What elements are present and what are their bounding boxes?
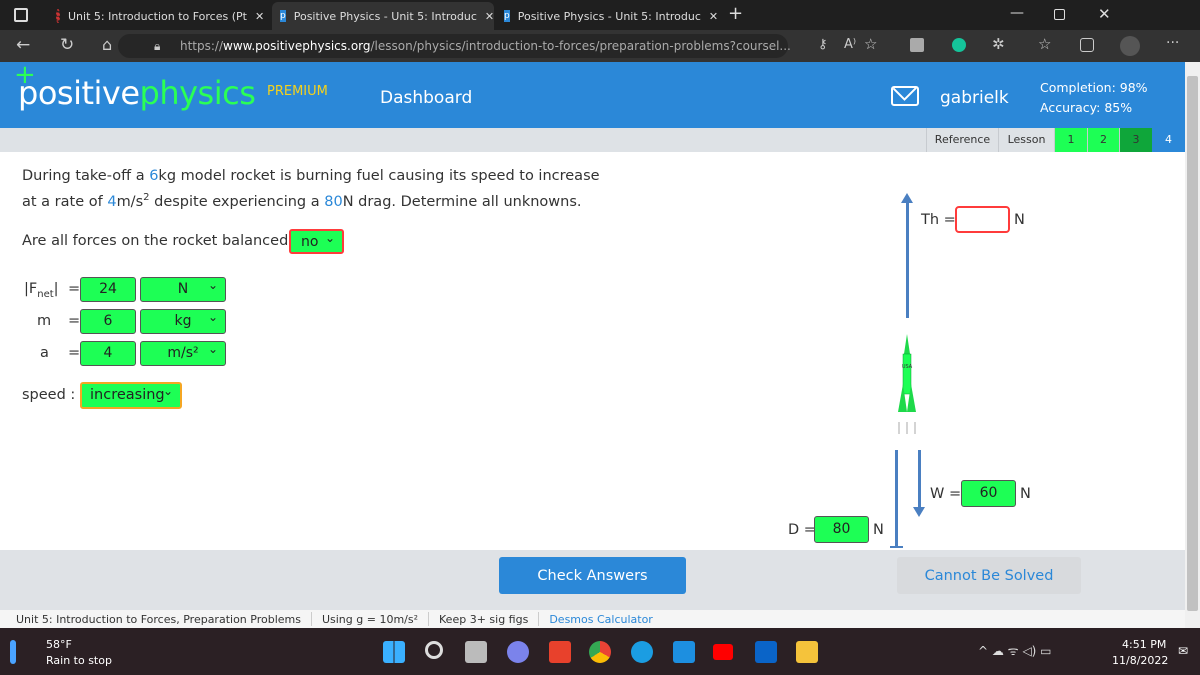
favorites-icon[interactable]: ☆ xyxy=(1038,35,1051,53)
clock-time[interactable]: 4:51 PM xyxy=(1122,638,1166,651)
refresh-icon[interactable]: ↻ xyxy=(60,35,74,55)
thrust-input[interactable] xyxy=(955,206,1010,233)
weight-arrow xyxy=(918,450,921,508)
task-view-icon[interactable] xyxy=(465,641,487,663)
home-icon[interactable]: ⌂ xyxy=(102,35,112,54)
fnet-unit-select[interactable]: N xyxy=(140,274,226,302)
thrust-arrow xyxy=(906,200,909,318)
grammarly-icon[interactable] xyxy=(952,38,966,52)
temperature[interactable]: 58°F xyxy=(46,638,72,651)
url-field[interactable]: 🔒︎ https://www.positivephysics.org/lesso… xyxy=(118,34,791,58)
key-icon[interactable]: ⚷ xyxy=(818,37,828,52)
more-menu-icon[interactable]: ··· xyxy=(1166,35,1179,51)
mass-unit-select[interactable]: kg xyxy=(140,306,226,334)
collections-icon[interactable] xyxy=(1080,38,1094,52)
back-icon[interactable]: ← xyxy=(16,35,30,55)
page-2-tab[interactable]: 2 xyxy=(1087,128,1119,152)
drag-arrow xyxy=(895,450,898,548)
mail-icon[interactable] xyxy=(891,86,919,106)
notification-icon[interactable]: ✉ xyxy=(1178,644,1188,658)
mass-label: m xyxy=(37,313,52,329)
minimize-icon[interactable]: — xyxy=(1010,5,1024,21)
mass-input[interactable]: 6 xyxy=(80,309,136,334)
drag-input[interactable]: 80 xyxy=(814,516,869,543)
completion-stat: Completion: 98% xyxy=(1040,80,1148,95)
problem-nav: Reference Lesson 1 2 3 4 xyxy=(0,128,1185,152)
canvas-favicon-icon xyxy=(56,9,60,23)
weather-icon xyxy=(10,640,16,664)
close-tab-icon[interactable]: ✕ xyxy=(485,10,494,23)
mail-app-icon[interactable] xyxy=(673,641,695,663)
new-tab-icon[interactable]: + xyxy=(728,3,743,24)
close-window-icon[interactable]: ✕ xyxy=(1098,5,1111,23)
lesson-tab[interactable]: Lesson xyxy=(998,128,1054,152)
extensions-icon[interactable]: ✲ xyxy=(992,35,1005,53)
logo[interactable]: + positivephysics xyxy=(14,60,256,112)
pp-favicon-icon: p xyxy=(280,10,286,22)
honey-extension-icon[interactable] xyxy=(910,38,924,52)
scrollbar-thumb[interactable] xyxy=(1187,76,1198,611)
tab-2[interactable]: p Positive Physics - Unit 5: Introduc ✕ xyxy=(272,2,494,30)
outlook-icon[interactable] xyxy=(755,641,777,663)
edge-icon[interactable] xyxy=(631,641,653,663)
cannot-be-solved-button[interactable]: Cannot Be Solved xyxy=(897,557,1081,594)
search-icon[interactable] xyxy=(425,641,443,659)
drag-arrow-end xyxy=(890,546,903,548)
profile-avatar[interactable] xyxy=(1120,36,1140,56)
weather-text[interactable]: Rain to stop xyxy=(46,654,112,667)
youtube-icon[interactable] xyxy=(713,644,733,660)
tab-1[interactable]: Unit 5: Introduction to Forces (Pt ✕ xyxy=(48,2,264,30)
accuracy-stat: Accuracy: 85% xyxy=(1040,100,1133,115)
rocket-icon: USA xyxy=(898,334,916,434)
balanced-select[interactable]: no xyxy=(289,227,344,254)
favorite-add-icon[interactable]: ☆ xyxy=(864,35,877,53)
username[interactable]: gabrielk xyxy=(940,88,1009,108)
fnet-input[interactable]: 24 xyxy=(80,277,136,302)
tab-bar: Unit 5: Introduction to Forces (Pt ✕ p Pos… xyxy=(0,0,1200,30)
balanced-question: Are all forces on the rocket balanced? xyxy=(22,233,296,249)
restore-icon[interactable] xyxy=(1054,9,1065,20)
problem-text: During take-off a 6kg model rocket is bu… xyxy=(22,168,600,210)
svg-text:USA: USA xyxy=(902,364,913,370)
thrust-arrowhead xyxy=(901,193,913,203)
pp-favicon-icon: p xyxy=(504,10,510,22)
dashboard-link[interactable]: Dashboard xyxy=(380,88,472,108)
close-tab-icon[interactable]: ✕ xyxy=(255,10,264,23)
weight-arrowhead xyxy=(913,507,925,517)
tab-3[interactable]: p Positive Physics - Unit 5: Introduc ✕ xyxy=(496,2,718,30)
scrollbar[interactable] xyxy=(1185,62,1200,628)
close-tab-icon[interactable]: ✕ xyxy=(709,10,718,23)
file-explorer-icon[interactable] xyxy=(796,641,818,663)
weight-input[interactable]: 60 xyxy=(961,480,1016,507)
action-band: Check Answers Cannot Be Solved xyxy=(0,550,1185,610)
accel-label: a xyxy=(40,345,49,361)
chrome-icon[interactable] xyxy=(589,641,611,663)
tab-actions-icon[interactable] xyxy=(14,8,28,22)
page-1-tab[interactable]: 1 xyxy=(1054,128,1087,152)
premium-badge: PREMIUM xyxy=(267,84,328,99)
info-bar: Unit 5: Introduction to Forces, Preparat… xyxy=(0,610,1185,628)
read-aloud-icon[interactable]: A⁾ xyxy=(844,37,856,52)
desmos-link[interactable]: Desmos Calculator xyxy=(549,613,653,626)
accel-unit-select[interactable]: m/s² xyxy=(140,338,226,366)
teams-icon[interactable] xyxy=(507,641,529,663)
start-icon[interactable] xyxy=(383,641,405,663)
office-icon[interactable] xyxy=(549,641,571,663)
lock-icon: 🔒︎ xyxy=(154,39,161,53)
accel-input[interactable]: 4 xyxy=(80,341,136,366)
site-header: + positivephysics PREMIUM Dashboard gabr… xyxy=(0,60,1185,128)
clock-date[interactable]: 11/8/2022 xyxy=(1112,654,1168,667)
speed-select[interactable]: increasing xyxy=(80,380,182,409)
page-3-tab[interactable]: 3 xyxy=(1119,128,1152,152)
tray-icons[interactable]: ^ ☁ ᯤ ◁) ▭ xyxy=(978,642,1052,659)
speed-label: speed : xyxy=(22,387,76,403)
reference-tab[interactable]: Reference xyxy=(926,128,998,152)
page-4-tab[interactable]: 4 xyxy=(1152,128,1185,152)
fnet-label: |Fnet| xyxy=(24,281,59,300)
check-answers-button[interactable]: Check Answers xyxy=(499,557,686,594)
